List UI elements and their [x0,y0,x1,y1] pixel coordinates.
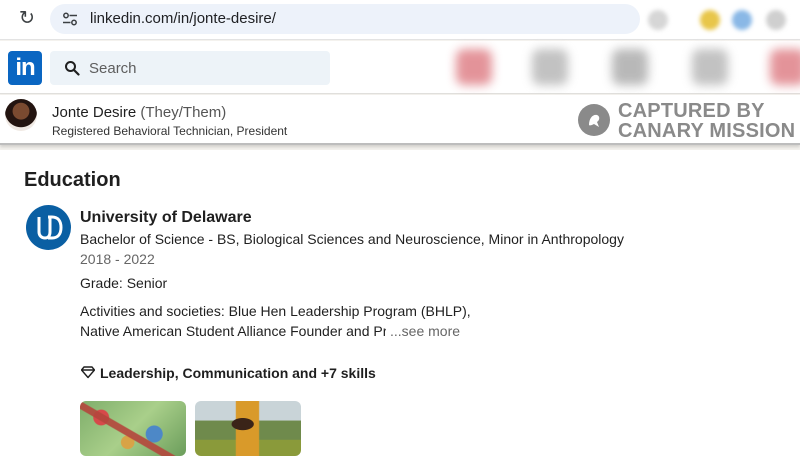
grade-text: Grade: Senior [80,275,168,291]
school-name[interactable]: University of Delaware [80,209,252,227]
degree-text: Bachelor of Science - BS, Biological Sci… [80,231,624,247]
nav-item-icon[interactable] [612,49,648,85]
watermark: CAPTURED BY CANARY MISSION [578,99,800,141]
site-settings-icon[interactable] [62,11,78,27]
watermark-line-2: CANARY MISSION [618,120,796,142]
canary-seal-icon [578,104,610,136]
extension-icon[interactable] [766,10,786,30]
media-thumbnail-photo[interactable] [195,401,301,456]
profile-name-text: Jonte Desire [52,104,137,121]
watermark-line-1: CAPTURED BY [618,100,765,122]
nav-item-icon[interactable] [770,49,800,85]
watermark-text: CAPTURED BY CANARY MISSION [618,101,795,141]
linkedin-nav: in Search [0,41,800,94]
sticky-profile-header: Jonte Desire (They/Them) Registered Beha… [0,95,800,145]
search-input[interactable]: Search [50,51,330,85]
nav-item-icon[interactable] [456,49,492,85]
media-thumbnail-map[interactable] [80,401,186,456]
search-icon [65,61,80,76]
address-bar[interactable]: linkedin.com/in/jonte-desire/ [50,4,640,34]
profile-pronouns: (They/Them) [140,104,227,121]
profile-name: Jonte Desire (They/Them) [52,104,226,121]
skills-link[interactable]: Leadership, Communication and +7 skills [100,365,376,381]
section-title: Education [24,169,121,191]
school-logo-icon[interactable] [26,205,71,250]
nav-item-icon[interactable] [532,49,568,85]
reload-icon[interactable]: ↻ [16,8,38,30]
url-text[interactable]: linkedin.com/in/jonte-desire/ [90,10,276,27]
education-card: Education University of Delaware Bachelo… [0,150,800,474]
profile-headline: Registered Behavioral Technician, Presid… [52,124,288,138]
extension-icon[interactable] [648,10,668,30]
nav-item-icon[interactable] [692,49,728,85]
linkedin-logo-icon[interactable]: in [8,51,42,85]
diamond-icon [81,366,95,379]
avatar[interactable] [5,99,37,131]
search-placeholder: Search [89,60,137,77]
see-more-link[interactable]: ...see more [390,323,460,339]
extension-icon[interactable] [700,10,720,30]
date-range: 2018 - 2022 [80,251,155,267]
extension-icon[interactable] [732,10,752,30]
activities-text: Activities and societies: Blue Hen Leade… [80,303,471,319]
browser-toolbar: ↻ linkedin.com/in/jonte-desire/ [0,0,800,40]
activities-text-continued: Native American Student Alliance Founder… [80,323,386,339]
